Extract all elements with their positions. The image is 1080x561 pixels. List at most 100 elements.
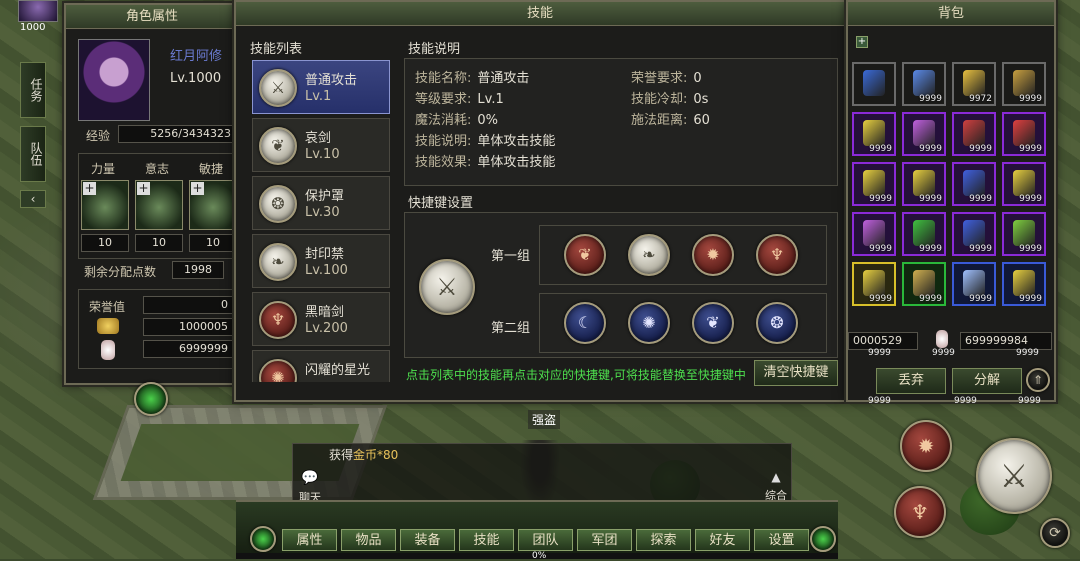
skill-item[interactable]: ❦ 哀剑 Lv.10 [252, 118, 390, 172]
menu-btn-explore[interactable]: 探索 [636, 529, 691, 551]
item-icon [1013, 170, 1035, 196]
menu-btn-settings[interactable]: 设置 [754, 529, 809, 551]
character-panel-title: 角色属性 [66, 5, 238, 29]
world-orb-icon[interactable] [134, 382, 168, 416]
burst-icon: ✹ [917, 434, 935, 458]
bag-slot[interactable]: 9999 [852, 162, 896, 206]
menu-btn-friends[interactable]: 好友 [695, 529, 750, 551]
hotkey-box: ⚔ 第一组 ❦ ❧ ✹ ♆ 第二组 ☾ ✺ ❦ ❂ [404, 212, 838, 358]
bag-slot[interactable] [852, 62, 896, 106]
exp-label: 经验 [86, 129, 111, 143]
bag-slot[interactable]: 9999 [1002, 62, 1046, 106]
potion-value: 6999999 [143, 340, 233, 358]
side-collapse-button[interactable]: ‹ [20, 190, 46, 208]
skill-item[interactable]: ⚔ 普通攻击 Lv.1 [252, 60, 390, 114]
skill-item[interactable]: ♆ 黑暗剑 Lv.200 [252, 292, 390, 346]
bag-slot[interactable]: 9972 [952, 62, 996, 106]
plus-icon[interactable]: + [83, 182, 96, 195]
bag-grid: 9999 9972 9999 9999 9999 9999 9999 9999 9999 9999… [852, 62, 1052, 312]
bag-slot[interactable]: 9999 [902, 262, 946, 306]
bag-slot[interactable]: 9999 [952, 112, 996, 156]
item-icon [913, 170, 935, 196]
skill-item[interactable]: ❂ 保护罩 Lv.30 [252, 176, 390, 230]
exp-value: 5256/3434323 [118, 125, 236, 143]
bag-slot[interactable]: 9999 [952, 262, 996, 306]
bag-slot[interactable]: 9999 [902, 62, 946, 106]
plus-icon[interactable]: + [137, 182, 150, 195]
menu-btn-items[interactable]: 物品 [341, 529, 396, 551]
player-avatar-mini[interactable] [18, 0, 58, 22]
bag-slot[interactable]: 9999 [952, 162, 996, 206]
bag-slot[interactable]: 9999 [902, 162, 946, 206]
currency-box: 荣誉值 0 1000005 6999999 [78, 289, 236, 369]
item-count: 9999 [919, 194, 942, 204]
sword-icon: ⚔ [999, 457, 1029, 495]
bag-slot[interactable]: 9999 [952, 212, 996, 256]
switch-icon[interactable]: ⟳ [1040, 518, 1070, 548]
up-arrow-icon[interactable]: ⇑ [1026, 368, 1050, 392]
clear-hotkeys-button[interactable]: 清空快捷键 [754, 360, 838, 386]
hotkey-header: 快捷键设置 [408, 196, 474, 211]
hotkey-slot[interactable]: ❧ [628, 234, 670, 276]
bag-slot[interactable]: 9999 [852, 112, 896, 156]
bag-slot[interactable]: 9999 [902, 212, 946, 256]
sword-icon: ⚔ [436, 273, 458, 301]
skill-item[interactable]: ❧ 封印禁 Lv.100 [252, 234, 390, 288]
quick-skill-slot[interactable]: ✹ [900, 420, 952, 472]
skill-list-header: 技能列表 [250, 42, 303, 57]
bag-slot[interactable]: 9999 [1002, 162, 1046, 206]
item-icon [863, 70, 885, 96]
bag-slot[interactable]: 9999 [1002, 262, 1046, 306]
skill-list: ⚔ 普通攻击 Lv.1 ❦ 哀剑 Lv.10 ❂ 保护罩 Lv.30 ❧ 封印禁 Lv.100 … [248, 56, 394, 382]
up-triangle-icon: ▲ [771, 470, 781, 484]
hotkey-slot[interactable]: ☾ [564, 302, 606, 344]
split-button[interactable]: 分解 [952, 368, 1022, 394]
selected-skill-slot[interactable]: ⚔ [419, 259, 475, 315]
plus-icon[interactable]: + [191, 182, 204, 195]
item-count: 9999 [1019, 144, 1042, 154]
skill-info-mana: 魔法消耗: 0% [415, 113, 499, 128]
attack-button[interactable]: ⚔ [976, 438, 1052, 514]
bag-slot[interactable]: 9999 [902, 112, 946, 156]
side-tab-team[interactable]: 队伍 [20, 126, 46, 182]
enemy-name-tag[interactable]: 强盗 [528, 410, 561, 429]
hotkey-slot[interactable]: ❂ [756, 302, 798, 344]
hotkey-slot[interactable]: ❦ [564, 234, 606, 276]
skill-desc-header: 技能说明 [408, 42, 461, 57]
hotkey-slot[interactable]: ❦ [692, 302, 734, 344]
bag-slot[interactable]: 9999 [1002, 112, 1046, 156]
quick-skill-slot[interactable]: ♆ [894, 486, 946, 538]
side-tab-quest[interactable]: 任务 [20, 62, 46, 118]
skill-info-box: 技能名称: 普通攻击 等级要求: Lv.1 魔法消耗: 0% 技能说明: 单体攻击技能 … [404, 58, 838, 186]
remaining-points-value: 1998 [172, 261, 224, 279]
menu-btn-equipment[interactable]: 装备 [400, 529, 455, 551]
menu-btn-team[interactable]: 团队 [518, 529, 573, 551]
menu-btn-skills[interactable]: 技能 [459, 529, 514, 551]
item-count: 9999 [1019, 94, 1042, 104]
item-count: 9999 [969, 244, 992, 254]
bag-money-sub: 9999 [868, 348, 891, 358]
hotkey-hint: 点击列表中的技能再点击对应的快捷键,可将技能替换至快捷键中 [406, 368, 746, 382]
bag-slot[interactable]: 9999 [852, 212, 896, 256]
gold-value: 1000005 [143, 318, 233, 336]
attr-icon-strength: + [81, 180, 129, 230]
menu-btn-attributes[interactable]: 属性 [282, 529, 337, 551]
bag-slot[interactable]: 9999 [1002, 212, 1046, 256]
hotkey-slot[interactable]: ✹ [692, 234, 734, 276]
skill-item[interactable]: ✺ 闪耀的星光 [252, 350, 390, 382]
menu-btn-legion[interactable]: 军团 [577, 529, 632, 551]
item-count: 9999 [919, 244, 942, 254]
character-panel: 角色属性 红月阿修 Lv.1000 经验 5256/3434323 力量 意志 … [64, 3, 240, 385]
skill-info-desc: 技能说明: 单体攻击技能 [415, 134, 556, 149]
chat-bubble-icon: 💬 [301, 470, 319, 486]
gold-icon [97, 318, 119, 334]
attr-value-will: 10 [135, 234, 183, 252]
bag-slot[interactable]: 9999 [852, 262, 896, 306]
discard-button[interactable]: 丢弃 [876, 368, 946, 394]
bag-panel: 背包 + 9999 9972 9999 9999 9999 9999 9999 9999 999… [846, 0, 1056, 402]
hotkey-slot[interactable]: ♆ [756, 234, 798, 276]
item-icon [913, 70, 935, 96]
expand-icon[interactable]: + [856, 36, 868, 48]
attr-label-strength: 力量 [91, 162, 116, 176]
hotkey-slot[interactable]: ✺ [628, 302, 670, 344]
